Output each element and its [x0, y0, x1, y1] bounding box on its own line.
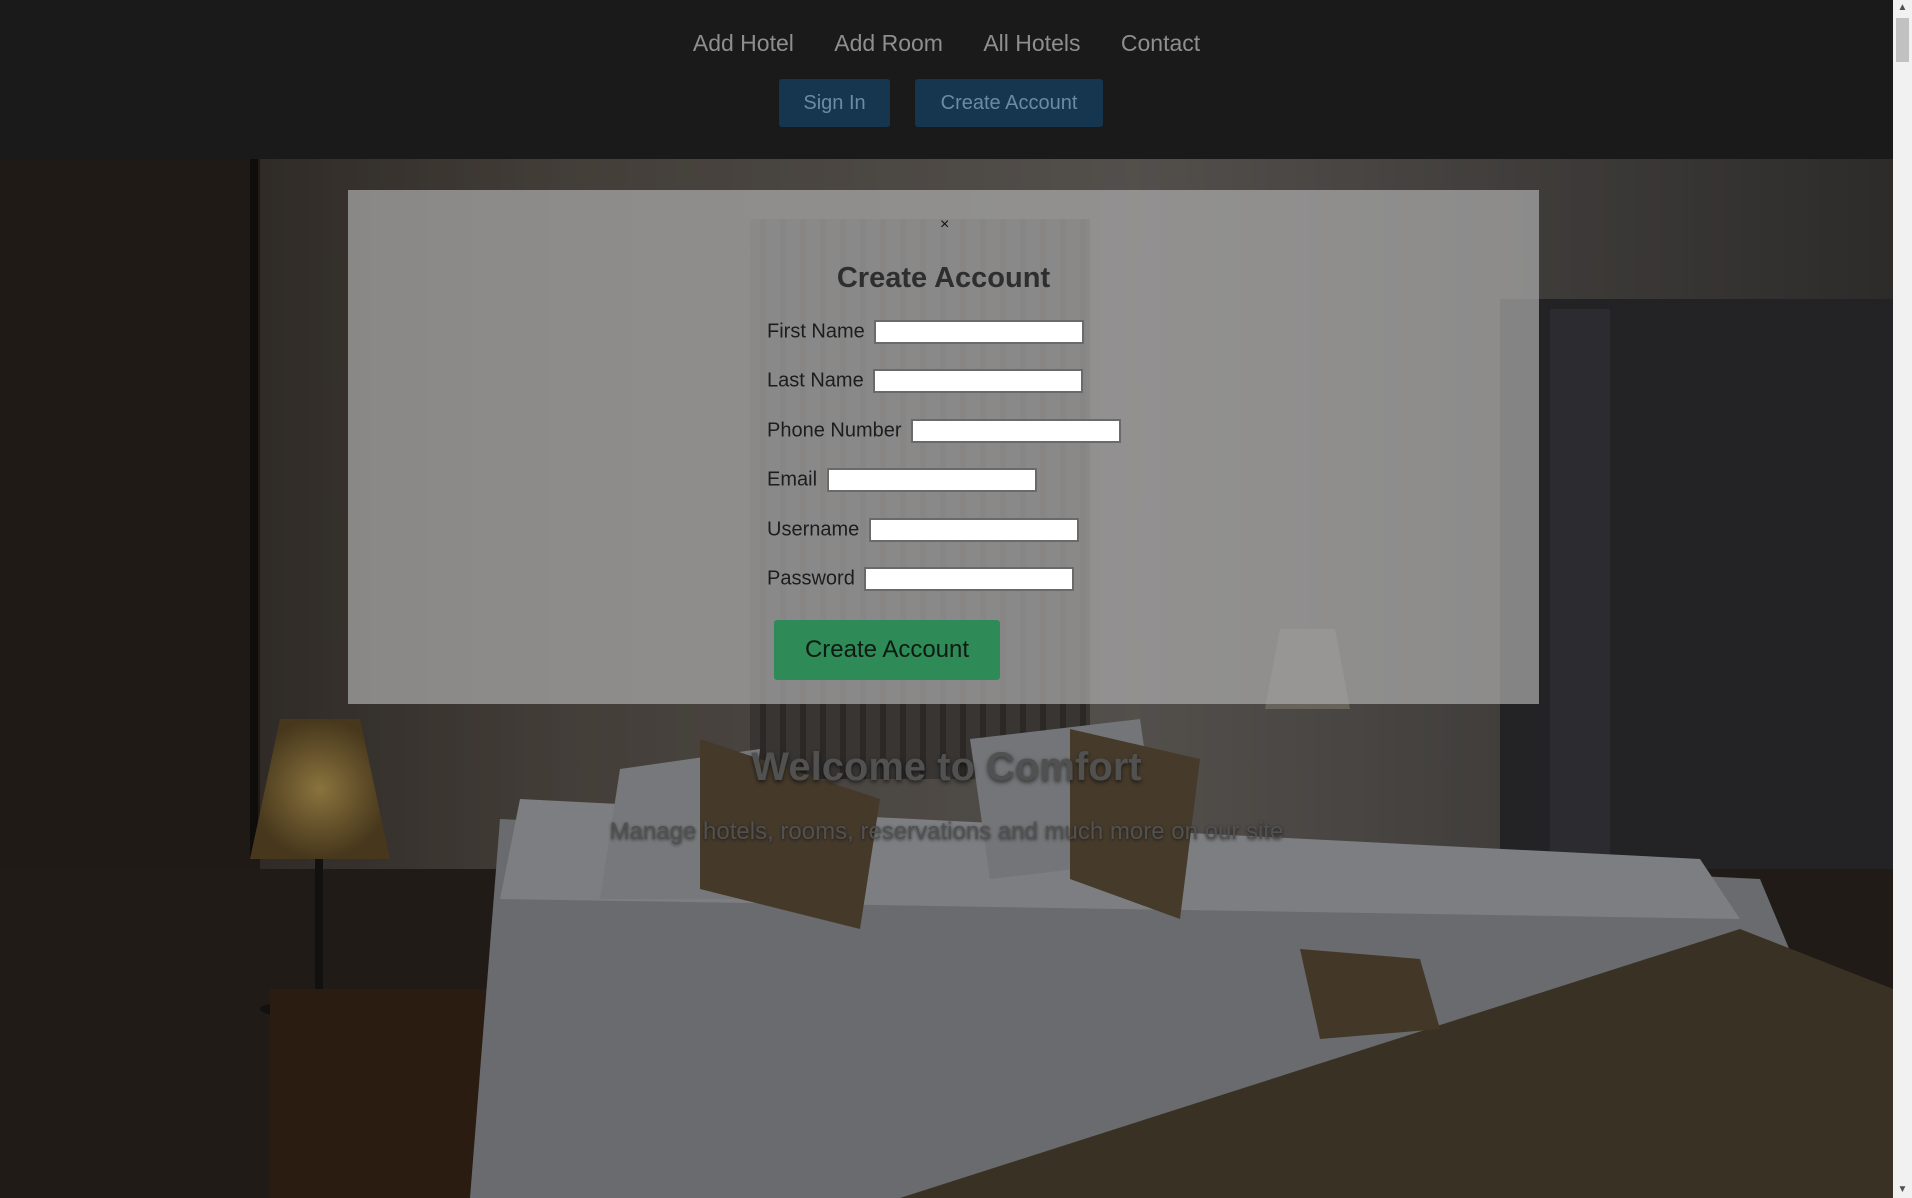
- nav-add-room[interactable]: Add Room: [834, 30, 943, 57]
- username-input[interactable]: [868, 518, 1079, 542]
- modal-title: Create Account: [836, 262, 1051, 294]
- phone-number-label: Phone Number: [767, 419, 902, 442]
- password-input[interactable]: [864, 567, 1075, 591]
- create-account-submit-button[interactable]: Create Account: [774, 620, 1000, 680]
- username-row: Username: [767, 518, 1079, 542]
- nav-add-hotel[interactable]: Add Hotel: [693, 30, 794, 57]
- password-row: Password: [767, 567, 1075, 591]
- email-row: Email: [767, 468, 1037, 492]
- close-icon[interactable]: ×: [940, 216, 949, 234]
- username-label: Username: [767, 518, 860, 541]
- vertical-scrollbar[interactable]: ▲ ▼: [1893, 0, 1912, 1198]
- hero-subtitle: Manage hotels, rooms, reservations and m…: [609, 818, 1284, 845]
- main-nav: Add Hotel Add Room All Hotels Contact: [0, 30, 1893, 57]
- site-header: Add Hotel Add Room All Hotels Contact Si…: [0, 0, 1893, 159]
- create-account-modal: × Create Account First Name Last Name Ph…: [348, 190, 1539, 704]
- first-name-row: First Name: [767, 320, 1085, 344]
- sign-in-button[interactable]: Sign In: [779, 79, 890, 127]
- last-name-input[interactable]: [873, 369, 1084, 393]
- nav-contact[interactable]: Contact: [1121, 30, 1200, 57]
- last-name-row: Last Name: [767, 369, 1084, 393]
- create-account-nav-button[interactable]: Create Account: [915, 79, 1103, 127]
- email-label: Email: [767, 468, 818, 491]
- password-label: Password: [767, 567, 855, 590]
- email-input[interactable]: [826, 468, 1037, 492]
- first-name-input[interactable]: [874, 320, 1085, 344]
- page: Welcome to Comfort Manage hotels, rooms,…: [0, 0, 1893, 1198]
- scroll-down-arrow-icon[interactable]: ▼: [1893, 1184, 1912, 1195]
- phone-number-input[interactable]: [911, 419, 1122, 443]
- last-name-label: Last Name: [767, 369, 864, 392]
- hero-title: Welcome to Comfort: [751, 745, 1142, 789]
- first-name-label: First Name: [767, 320, 865, 343]
- scroll-up-arrow-icon[interactable]: ▲: [1893, 2, 1912, 13]
- phone-number-row: Phone Number: [767, 419, 1122, 443]
- nav-all-hotels[interactable]: All Hotels: [983, 30, 1080, 57]
- scroll-thumb[interactable]: [1896, 18, 1909, 62]
